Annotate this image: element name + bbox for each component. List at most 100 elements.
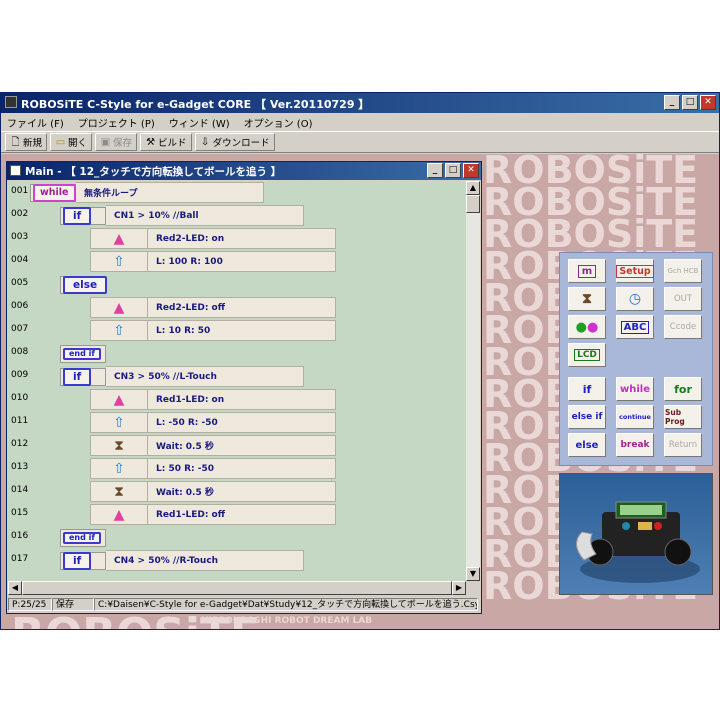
keyword-block[interactable]: if	[60, 551, 106, 570]
code-block[interactable]: if CN4 > 50% //R-Touch	[60, 550, 304, 571]
code-block[interactable]: ▲ Red2-LED: off	[90, 297, 336, 318]
code-row[interactable]: 005 else	[8, 273, 466, 296]
code-block[interactable]: end if	[60, 343, 106, 364]
new-button[interactable]: 🗋 新規	[5, 133, 48, 151]
block-icon-box[interactable]: ⧗	[90, 435, 148, 456]
scroll-left-arrow-icon[interactable]: ◀	[8, 581, 22, 595]
save-button[interactable]: ▣ 保存	[95, 133, 138, 151]
code-row[interactable]: 007 ⇧ L: 10 R: 50	[8, 319, 466, 342]
led-block-button[interactable]: ● ●	[568, 315, 606, 339]
block-icon-box[interactable]: ⇧	[90, 251, 148, 272]
code-row[interactable]: 015 ▲ Red1-LED: off	[8, 503, 466, 526]
vertical-scroll-thumb[interactable]	[466, 195, 480, 213]
menu-file[interactable]: ファイル (F)	[7, 115, 64, 130]
code-row[interactable]: 004 ⇧ L: 100 R: 100	[8, 250, 466, 273]
block-icon-box[interactable]: ▲	[90, 504, 148, 525]
keyword-block[interactable]: end if	[60, 344, 106, 363]
break-block-button[interactable]: break	[616, 433, 654, 457]
for-block-button[interactable]: for	[664, 377, 702, 401]
setup-label: Setup	[616, 264, 654, 278]
block-icon-box[interactable]: ▲	[90, 389, 148, 410]
code-row[interactable]: 016 end if	[8, 526, 466, 549]
code-row[interactable]: 012 ⧗ Wait: 0.5 秒	[8, 434, 466, 457]
menu-option[interactable]: オプション (O)	[244, 115, 313, 130]
code-block[interactable]: ⇧ L: 50 R: -50	[90, 458, 336, 479]
minimize-button[interactable]: _	[664, 95, 680, 110]
maximize-button[interactable]: □	[682, 95, 698, 110]
code-block[interactable]: if CN3 > 50% //L-Touch	[60, 366, 304, 387]
code-block[interactable]: ▲ Red1-LED: off	[90, 504, 336, 525]
if-block-button[interactable]: if	[568, 377, 606, 401]
out-label: OUT	[673, 294, 693, 304]
code-row[interactable]: 002 if CN1 > 10% //Ball	[8, 204, 466, 227]
vertical-scrollbar[interactable]: ▲ ▼	[466, 181, 480, 581]
block-icon-box[interactable]: ▲	[90, 228, 148, 249]
code-block[interactable]: ⇧ L: -50 R: -50	[90, 412, 336, 433]
menu-project[interactable]: プロジェクト (P)	[78, 115, 155, 130]
scroll-right-arrow-icon[interactable]: ▶	[452, 581, 466, 595]
code-row[interactable]: 014 ⧗ Wait: 0.5 秒	[8, 480, 466, 503]
keyword-block[interactable]: else	[60, 275, 108, 294]
out-block-button[interactable]: OUT	[664, 287, 702, 311]
editor-maximize-button[interactable]: □	[445, 163, 461, 178]
scroll-up-arrow-icon[interactable]: ▲	[466, 181, 480, 195]
return-block-button[interactable]: Return	[664, 433, 702, 457]
keyword-block[interactable]: if	[60, 367, 106, 386]
led-icon: ●	[575, 319, 587, 335]
block-icon-box[interactable]: ⇧	[90, 412, 148, 433]
code-row[interactable]: 008 end if	[8, 342, 466, 365]
code-block[interactable]: ⇧ L: 100 R: 100	[90, 251, 336, 272]
elseif-block-button[interactable]: else if	[568, 405, 606, 429]
code-block[interactable]: ⇧ L: 10 R: 50	[90, 320, 336, 341]
subprog-block-button[interactable]: Sub Prog	[664, 405, 702, 429]
download-button[interactable]: ⇩ ダウンロード	[194, 133, 275, 151]
code-block[interactable]: end if	[60, 527, 106, 548]
lcd-block-button[interactable]: LCD	[568, 343, 606, 367]
editor-close-button[interactable]: ✕	[463, 163, 479, 178]
scroll-down-arrow-icon[interactable]: ▼	[466, 567, 480, 581]
ccode-block-button[interactable]: Ccode	[664, 315, 702, 339]
led-icon-2: ●	[587, 319, 599, 335]
horizontal-scrollbar[interactable]: ◀ ▶	[8, 581, 466, 595]
menu-window[interactable]: ウィンド (W)	[169, 115, 230, 130]
code-block[interactable]: while 無条件ループ	[30, 182, 264, 203]
line-number: 013	[11, 462, 29, 472]
code-row[interactable]: 006 ▲ Red2-LED: off	[8, 296, 466, 319]
keyword-block[interactable]: end if	[60, 528, 106, 547]
code-row[interactable]: 010 ▲ Red1-LED: on	[8, 388, 466, 411]
code-block[interactable]: ⧗ Wait: 0.5 秒	[90, 481, 336, 502]
continue-block-button[interactable]: continue	[616, 405, 654, 429]
code-block[interactable]: if CN1 > 10% //Ball	[60, 205, 304, 226]
code-row[interactable]: 011 ⇧ L: -50 R: -50	[8, 411, 466, 434]
gchcb-block-button[interactable]: Gch HCB	[664, 259, 702, 283]
code-block[interactable]: else	[60, 274, 108, 295]
code-row[interactable]: 017 if CN4 > 50% //R-Touch	[8, 549, 466, 572]
code-block[interactable]: ▲ Red1-LED: on	[90, 389, 336, 410]
setup-block-button[interactable]: Setup	[616, 259, 654, 283]
timer-block-button[interactable]: ◷	[616, 287, 654, 311]
wait-block-button[interactable]: ⧗	[568, 287, 606, 311]
else-block-button[interactable]: else	[568, 433, 606, 457]
motor-block-button[interactable]: m	[568, 259, 606, 283]
editor-minimize-button[interactable]: _	[427, 163, 443, 178]
build-button[interactable]: ⚒ ビルド	[140, 133, 192, 151]
code-row[interactable]: 003 ▲ Red2-LED: on	[8, 227, 466, 250]
block-icon-box[interactable]: ▲	[90, 297, 148, 318]
code-row[interactable]: 009 if CN3 > 50% //L-Touch	[8, 365, 466, 388]
open-button[interactable]: ▭ 開く	[50, 133, 93, 151]
while-block-button[interactable]: while	[616, 377, 654, 401]
code-block[interactable]: ⧗ Wait: 0.5 秒	[90, 435, 336, 456]
code-editor[interactable]: 001 while 無条件ループ 002 if CN1 > 10% //Ball 003 ▲ R…	[8, 181, 466, 581]
code-row[interactable]: 001 while 無条件ループ	[8, 181, 466, 204]
keyword-block[interactable]: while	[30, 183, 76, 202]
continue-label: continue	[619, 413, 651, 421]
code-row[interactable]: 013 ⇧ L: 50 R: -50	[8, 457, 466, 480]
keyword-block[interactable]: if	[60, 206, 106, 225]
close-button[interactable]: ✕	[700, 95, 716, 110]
abc-block-button[interactable]: ABC	[616, 315, 654, 339]
block-icon-box[interactable]: ⧗	[90, 481, 148, 502]
block-icon-box[interactable]: ⇧	[90, 458, 148, 479]
horizontal-scroll-thumb[interactable]	[22, 581, 452, 595]
code-block[interactable]: ▲ Red2-LED: on	[90, 228, 336, 249]
block-icon-box[interactable]: ⇧	[90, 320, 148, 341]
